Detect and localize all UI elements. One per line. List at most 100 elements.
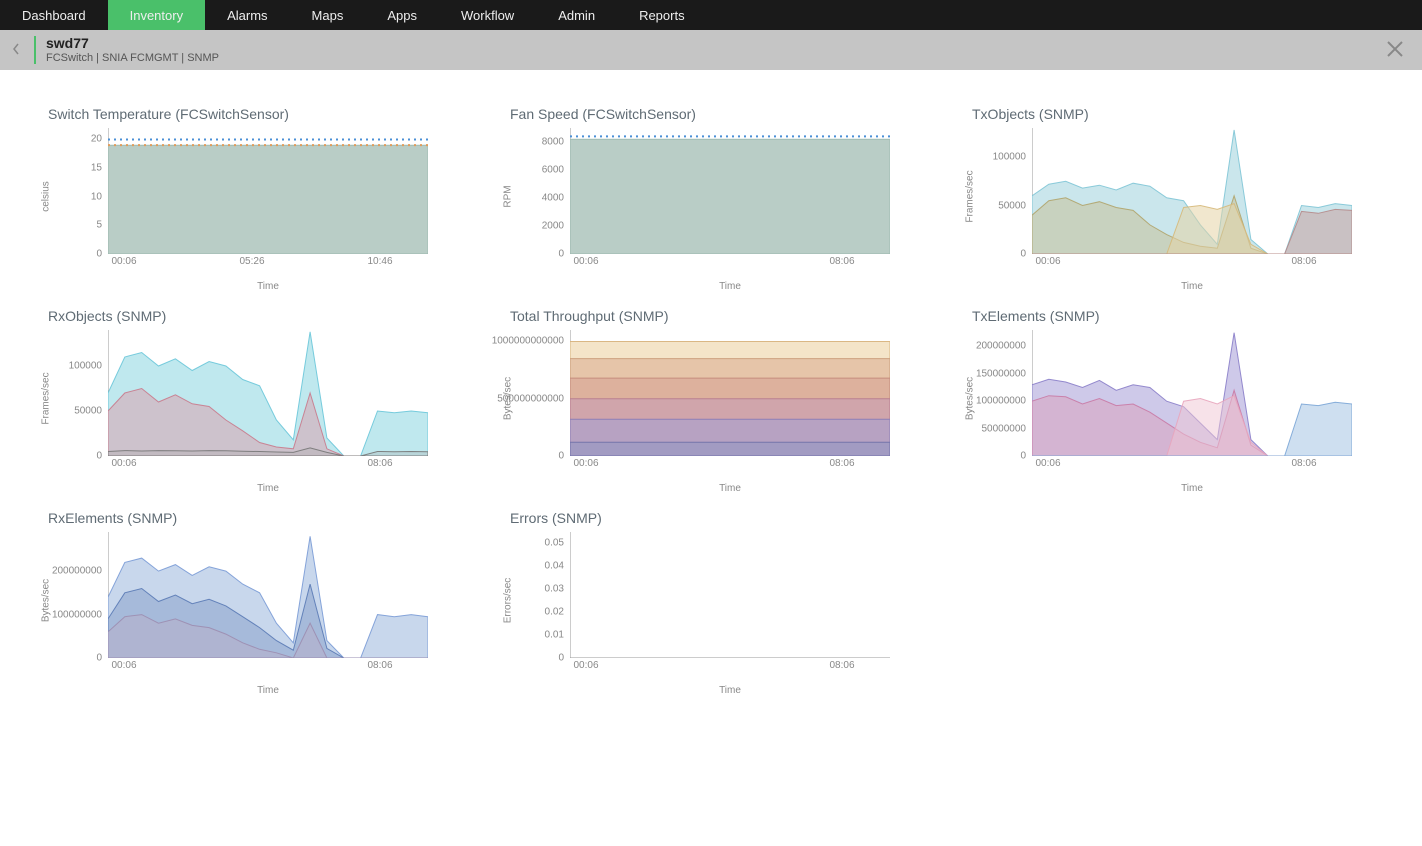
chart-title: TxObjects (SNMP) — [972, 106, 1374, 122]
nav-item-dashboard[interactable]: Dashboard — [0, 0, 108, 30]
chart-txelements: TxElements (SNMP)05000000010000000015000… — [972, 308, 1374, 480]
chart-frame[interactable]: 0100000000200000000Bytes/sec00:0608:06Ti… — [48, 532, 428, 682]
chart-txobjects: TxObjects (SNMP)050000100000Frames/sec00… — [972, 106, 1374, 278]
y-tick-label: 2000 — [542, 221, 564, 232]
y-axis-title: Frames/sec — [965, 170, 976, 222]
chart-title: TxElements (SNMP) — [972, 308, 1374, 324]
y-tick-label: 200000000 — [976, 341, 1026, 352]
chart-frame[interactable]: 050000000100000000150000000200000000Byte… — [972, 330, 1352, 480]
nav-item-apps[interactable]: Apps — [365, 0, 439, 30]
y-tick-label: 100000 — [69, 361, 102, 372]
chart-frame[interactable]: 05000000000001000000000000Bytes/sec00:06… — [510, 330, 890, 480]
top-nav: DashboardInventoryAlarmsMapsAppsWorkflow… — [0, 0, 1422, 30]
y-tick-label: 20 — [91, 134, 102, 145]
x-tick-label: 00:06 — [111, 660, 136, 671]
x-tick-label: 00:06 — [573, 458, 598, 469]
x-axis-title: Time — [257, 483, 279, 494]
y-tick-label: 0 — [558, 249, 564, 260]
y-tick-label: 0 — [558, 653, 564, 664]
plot-area[interactable] — [108, 532, 428, 658]
x-tick-label: 00:06 — [1035, 256, 1060, 267]
y-tick-label: 0.05 — [545, 538, 564, 549]
chart-switch: Switch Temperature (FCSwitchSensor) 0 5 10 1… — [48, 106, 450, 278]
x-axis-title: Time — [719, 685, 741, 696]
y-axis-title: Bytes/sec — [965, 377, 976, 420]
y-axis-title: Bytes/sec — [41, 579, 52, 622]
chart-fan: Fan Speed (FCSwitchSensor)02000400060008… — [510, 106, 912, 278]
plot-area[interactable] — [1032, 330, 1352, 456]
chart-title: Fan Speed (FCSwitchSensor) — [510, 106, 912, 122]
y-tick-label: 0 — [1020, 451, 1026, 462]
accent-divider — [34, 36, 36, 64]
nav-item-alarms[interactable]: Alarms — [205, 0, 289, 30]
plot-area[interactable] — [570, 532, 890, 658]
chart-total: Total Throughput (SNMP) 05000000000001000… — [510, 308, 912, 480]
y-tick-label: 0 — [558, 451, 564, 462]
y-axis-title: Bytes/sec — [503, 377, 514, 420]
plot-area[interactable] — [108, 330, 428, 456]
y-tick-label: 0.02 — [545, 607, 564, 618]
x-tick-label: 00:06 — [111, 256, 136, 267]
x-tick-label: 08:06 — [1291, 256, 1316, 267]
x-tick-label: 08:06 — [1291, 458, 1316, 469]
x-axis-title: Time — [257, 281, 279, 292]
plot-area[interactable] — [570, 128, 890, 254]
nav-item-inventory[interactable]: Inventory — [108, 0, 205, 30]
chart-title: Total Throughput (SNMP) — [510, 308, 912, 324]
y-axis-title: RPM — [503, 185, 514, 207]
y-tick-label: 5 — [96, 220, 102, 231]
x-tick-label: 00:06 — [573, 256, 598, 267]
y-tick-label: 10 — [91, 191, 102, 202]
x-tick-label: 08:06 — [829, 660, 854, 671]
back-button[interactable] — [12, 43, 26, 58]
y-tick-label: 0 — [1020, 249, 1026, 260]
close-button[interactable] — [1384, 38, 1406, 60]
x-axis-title: Time — [1181, 281, 1203, 292]
chart-title: RxElements (SNMP) — [48, 510, 450, 526]
x-axis-title: Time — [719, 281, 741, 292]
x-tick-label: 08:06 — [367, 458, 392, 469]
nav-item-workflow[interactable]: Workflow — [439, 0, 536, 30]
x-tick-label: 00:06 — [1035, 458, 1060, 469]
y-axis-title: Errors/sec — [503, 578, 514, 624]
chart-frame[interactable]: 050000100000Frames/sec00:0608:06Time — [48, 330, 428, 480]
y-tick-label: 4000 — [542, 193, 564, 204]
chart-frame[interactable]: 05101520celsius00:0605:2610:46Time — [48, 128, 428, 278]
chart-rxobjects: RxObjects (SNMP)050000100000Frames/sec00… — [48, 308, 450, 480]
y-tick-label: 200000000 — [52, 566, 102, 577]
y-tick-label: 0 — [96, 249, 102, 260]
nav-item-reports[interactable]: Reports — [617, 0, 707, 30]
sub-header: swd77 FCSwitch | SNIA FCMGMT | SNMP — [0, 30, 1422, 70]
y-tick-label: 150000000 — [976, 368, 1026, 379]
plot-area[interactable] — [1032, 128, 1352, 254]
chart-rxelements: RxElements (SNMP)0100000000200000000Byte… — [48, 510, 450, 682]
chart-frame[interactable]: 050000100000Frames/sec00:0608:06Time — [972, 128, 1352, 278]
chart-frame[interactable]: 02000400060008000RPM00:0608:06Time — [510, 128, 890, 278]
y-tick-label: 15 — [91, 163, 102, 174]
y-tick-label: 100000 — [993, 152, 1026, 163]
chart-title: Errors (SNMP) — [510, 510, 912, 526]
x-axis-title: Time — [719, 483, 741, 494]
x-tick-label: 08:06 — [367, 660, 392, 671]
x-axis-title: Time — [257, 685, 279, 696]
plot-area[interactable] — [570, 330, 890, 456]
plot-area[interactable] — [108, 128, 428, 254]
y-axis-title: Frames/sec — [41, 372, 52, 424]
chart-title: Switch Temperature (FCSwitchSensor) — [48, 106, 450, 122]
nav-item-admin[interactable]: Admin — [536, 0, 617, 30]
x-tick-label: 10:46 — [367, 256, 392, 267]
x-tick-label: 00:06 — [573, 660, 598, 671]
y-tick-label: 1000000000000 — [492, 336, 564, 347]
y-tick-label: 0 — [96, 451, 102, 462]
y-tick-label: 100000000 — [52, 609, 102, 620]
y-tick-label: 6000 — [542, 165, 564, 176]
y-axis-title: celsius — [41, 181, 52, 212]
nav-item-maps[interactable]: Maps — [290, 0, 366, 30]
x-tick-label: 00:06 — [111, 458, 136, 469]
y-tick-label: 100000000 — [976, 396, 1026, 407]
x-tick-label: 05:26 — [239, 256, 264, 267]
chart-title: RxObjects (SNMP) — [48, 308, 450, 324]
chart-errors: Errors (SNMP)00.010.020.030.040.05Errors… — [510, 510, 912, 682]
chart-frame[interactable]: 00.010.020.030.040.05Errors/sec00:0608:0… — [510, 532, 890, 682]
x-tick-label: 08:06 — [829, 256, 854, 267]
